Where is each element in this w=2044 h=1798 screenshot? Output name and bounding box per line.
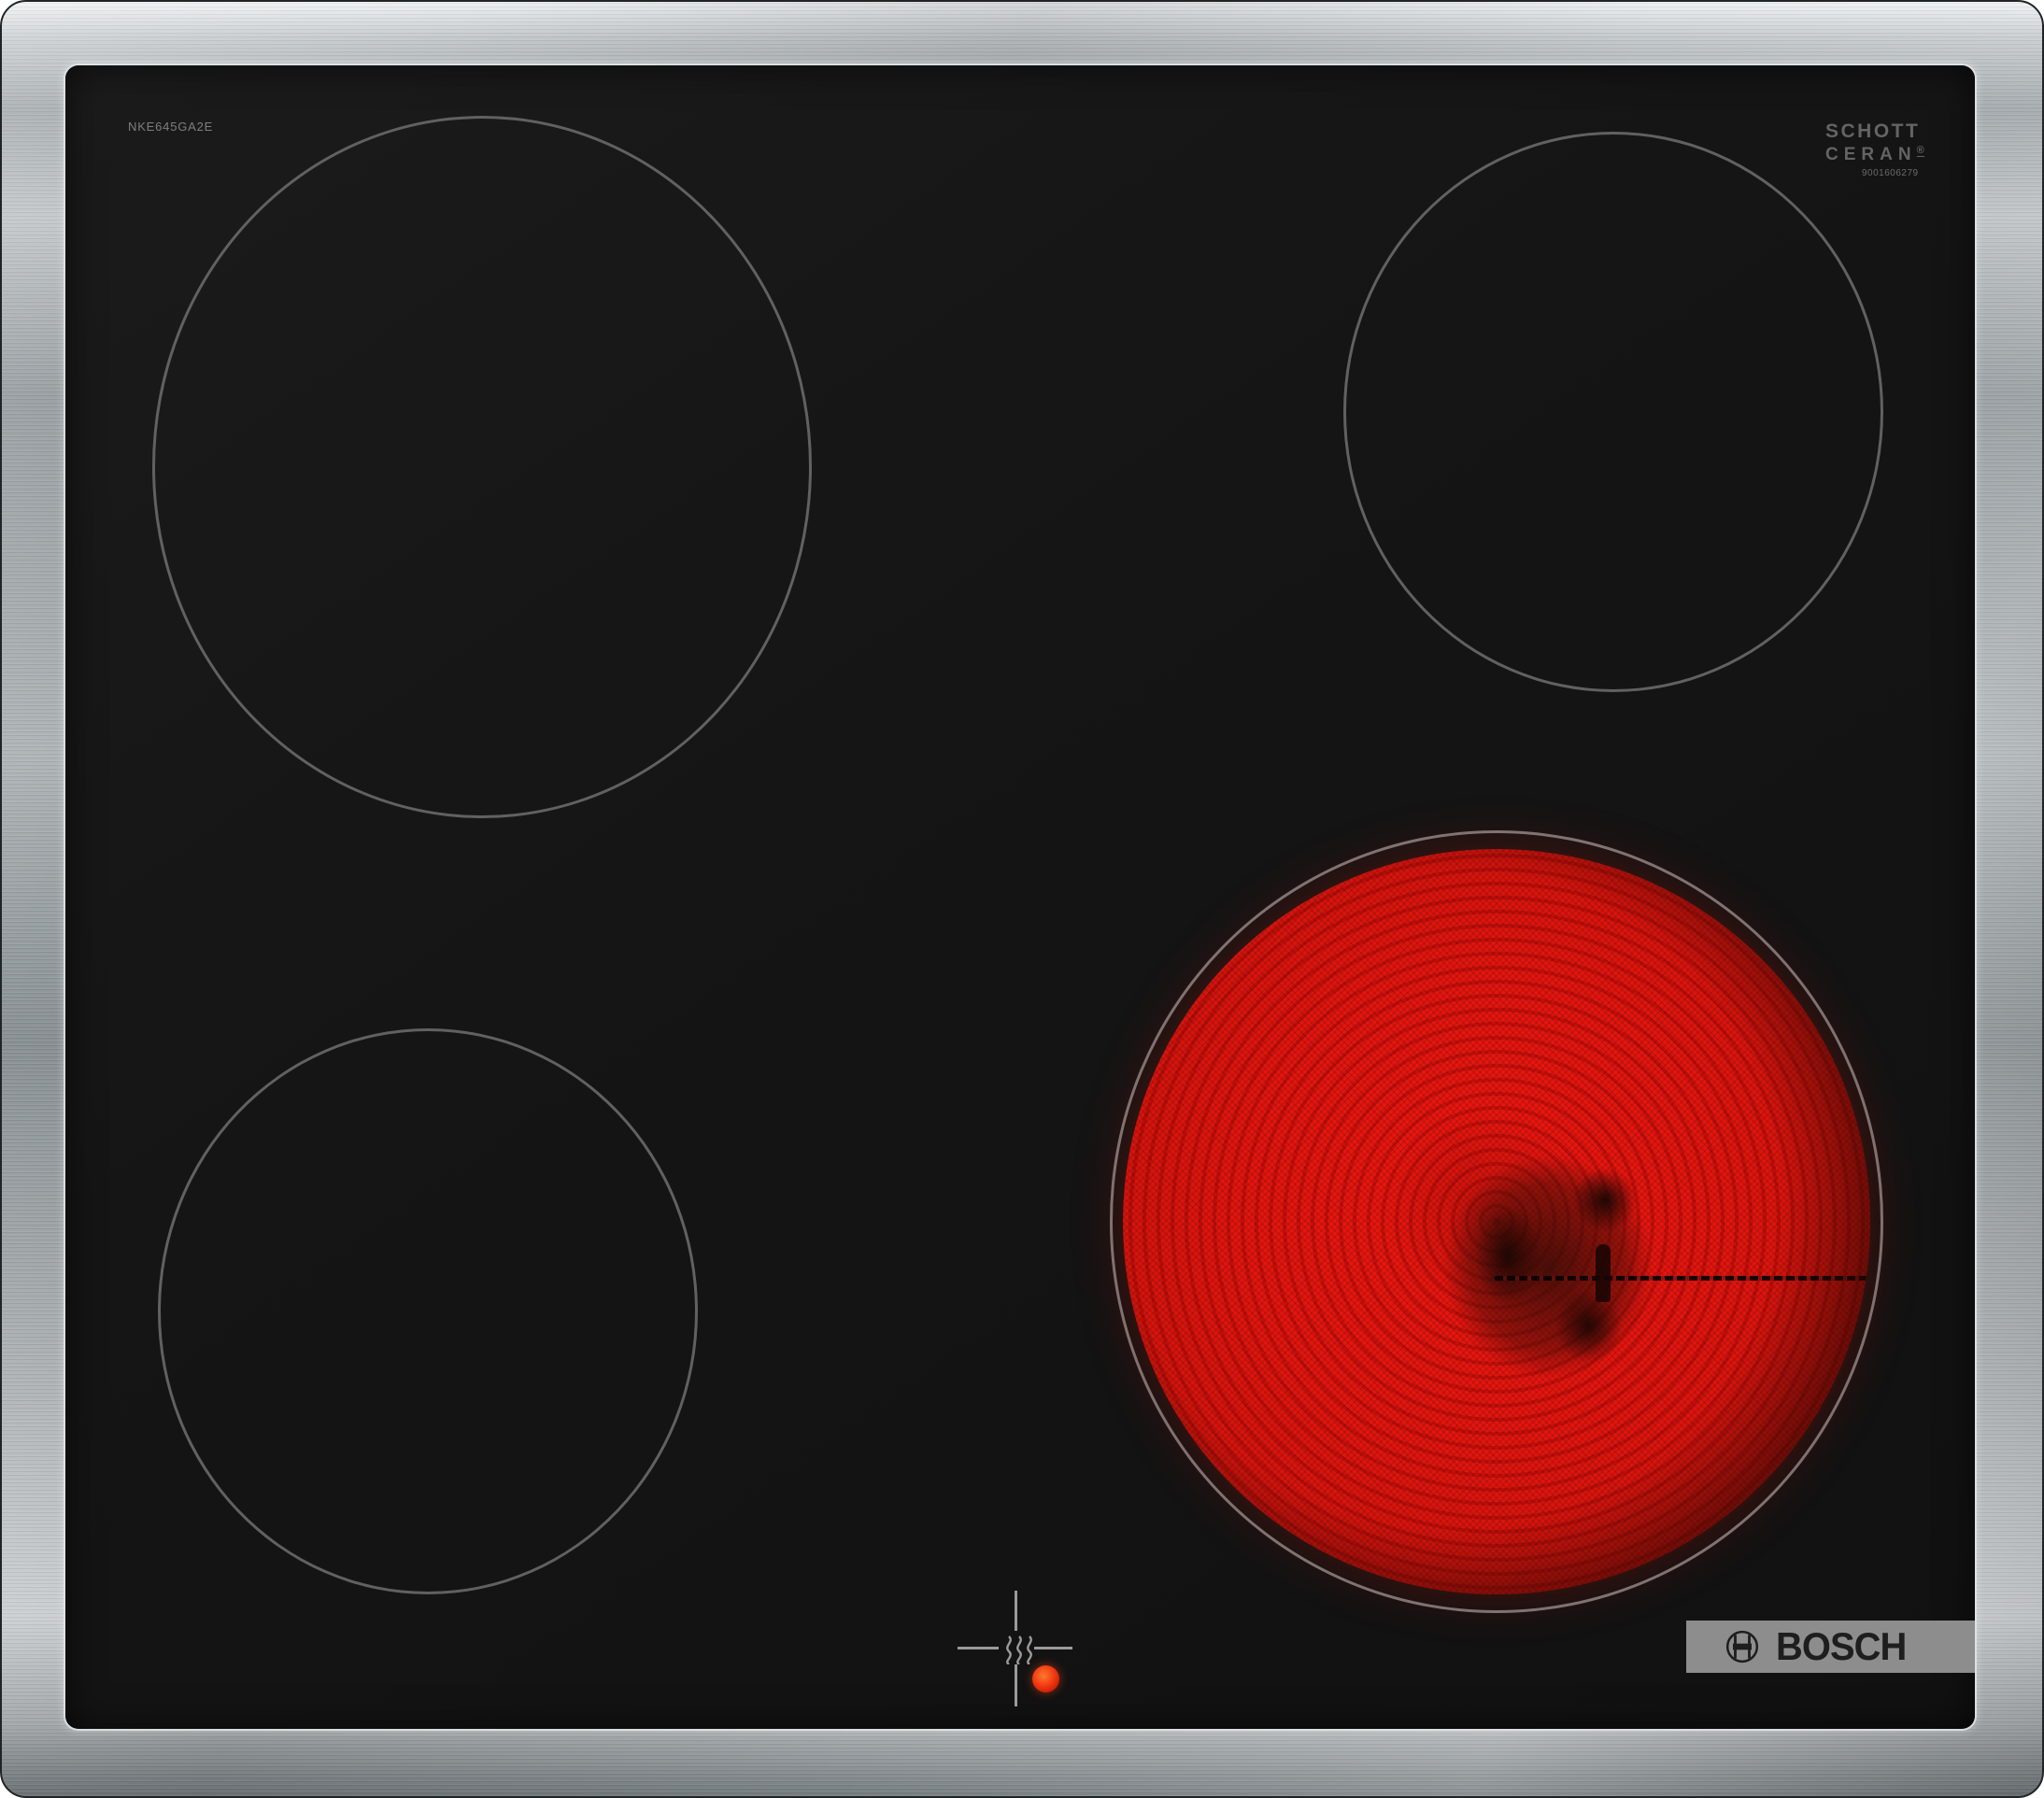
power-indicator-dot <box>1032 1665 1059 1692</box>
schott-ceran-line2: CERAN® <box>1825 146 1924 163</box>
glow-center-swirl-lower <box>1541 1274 1635 1377</box>
cooking-zone-rear-right <box>1343 132 1883 692</box>
cooking-zone-front-left <box>158 1028 698 1594</box>
glow-center-haze <box>1408 1117 1688 1416</box>
heating-element-wire <box>1495 1276 1870 1281</box>
registered-mark: ® <box>1917 145 1924 157</box>
schott-ceran-logo: SCHOTT CERAN® <box>1825 121 1924 163</box>
residual-heat-waves-icon <box>1001 1635 1039 1664</box>
ceramic-glass-surface: NKE645GA2E SCHOTT CERAN® 9001606279 <box>65 65 1975 1729</box>
serial-number-label: 9001606279 <box>1862 168 1919 178</box>
bosch-armature-icon <box>1724 1628 1761 1665</box>
bosch-wordmark: BOSCH <box>1776 1624 1906 1669</box>
glow-center-swirl-upper <box>1560 1155 1650 1245</box>
schott-ceran-line1: SCHOTT <box>1825 121 1924 141</box>
radiant-element-glow <box>1123 849 1870 1594</box>
crosshair-horizontal-right <box>1034 1647 1072 1649</box>
crosshair-horizontal-left <box>958 1647 999 1649</box>
hob-product-photo: NKE645GA2E SCHOTT CERAN® 9001606279 <box>0 0 2044 1798</box>
cooking-zone-rear-left <box>152 116 812 818</box>
element-sensor-tab <box>1596 1244 1611 1302</box>
crosshair-vertical-bottom <box>1015 1664 1017 1706</box>
glow-scorch-smudge-lower <box>1730 1517 1819 1594</box>
cooking-zone-front-right <box>1110 830 1883 1613</box>
model-number-label: NKE645GA2E <box>128 120 213 134</box>
bosch-badge: BOSCH <box>1686 1621 1975 1673</box>
glow-center-swirl-left <box>1461 1185 1554 1325</box>
glow-scorch-smudge-right <box>1814 1344 1870 1498</box>
crosshair-vertical-top <box>1015 1591 1017 1631</box>
